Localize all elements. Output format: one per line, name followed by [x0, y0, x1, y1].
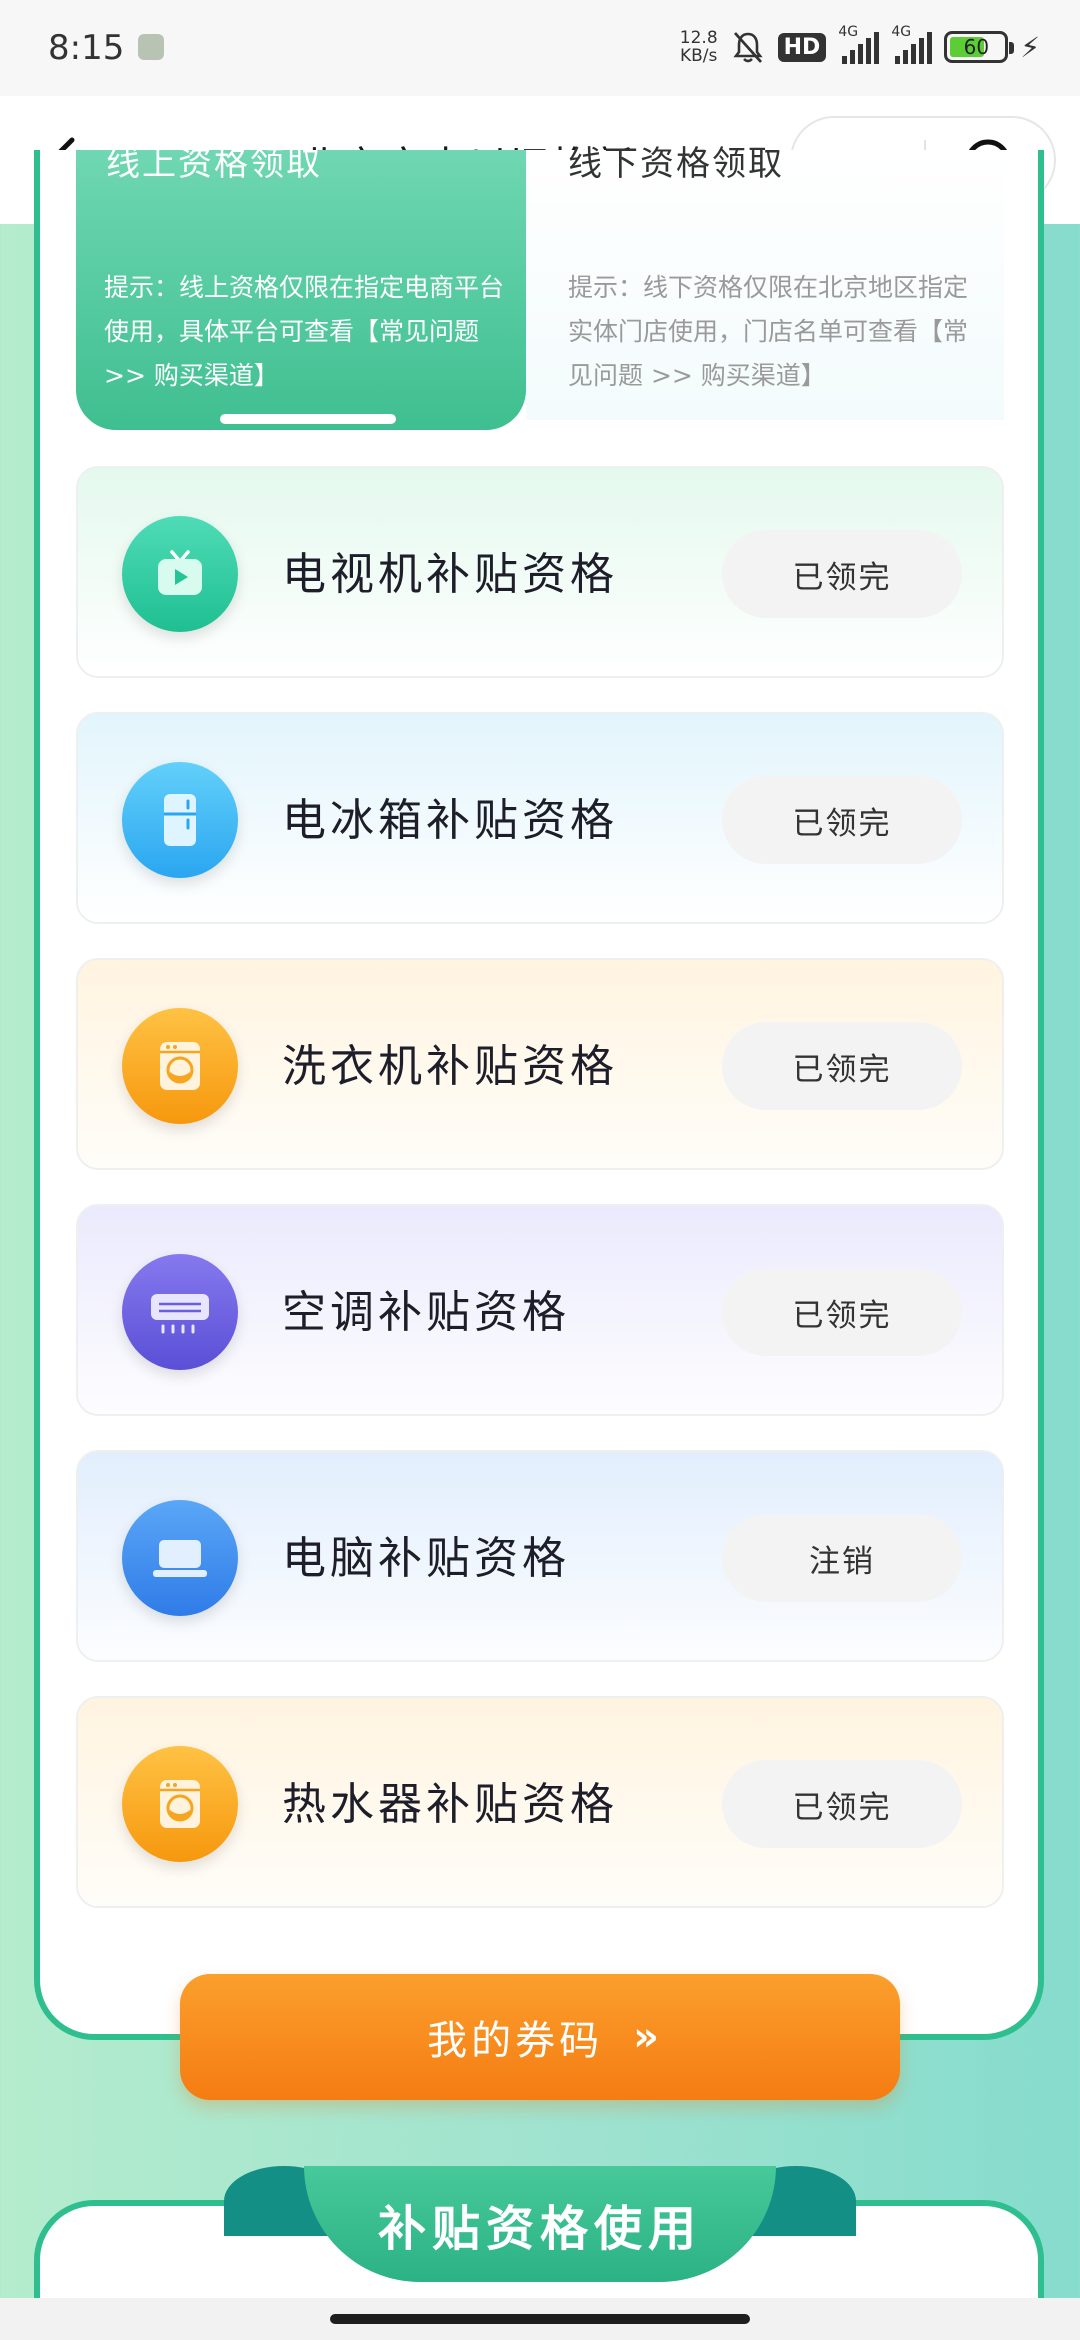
- item-label: 洗衣机补贴资格: [282, 1041, 618, 1092]
- list-item: 空调补贴资格 已领完: [76, 1204, 1004, 1416]
- status-indicators: 12.8 KB/s HD 4G 4G 60 ⚡: [680, 22, 1040, 72]
- item-label: 空调补贴资格: [282, 1287, 570, 1338]
- hd-badge: HD: [777, 32, 827, 62]
- battery-level: 60: [963, 35, 990, 59]
- water-heater-icon: [122, 1746, 238, 1862]
- tab-online-desc: 提示：线上资格仅限在指定电商平台使用，具体平台可查看【常见问题 >> 购买渠道】: [104, 273, 505, 390]
- status-time: 8:15: [48, 28, 125, 68]
- item-label: 电视机补贴资格: [282, 549, 618, 600]
- claim-button[interactable]: 已领完: [722, 1022, 962, 1110]
- tab-online-title: 线上资格领取: [106, 144, 322, 184]
- tab-offline[interactable]: 线下资格领取 提示：线下资格仅限在北京地区指定实体门店使用，门店名单可查看【常见…: [526, 144, 1004, 420]
- list-item: 热水器补贴资格 已领完: [76, 1696, 1004, 1908]
- signal-strength-icon-2: 4G: [891, 24, 933, 64]
- network-speed-unit: KB/s: [680, 46, 718, 66]
- tab-active-indicator: [220, 414, 396, 424]
- section-ribbon: 补贴资格使用: [304, 2166, 776, 2282]
- network-speed-value: 12.8: [679, 28, 718, 48]
- double-chevron-right-icon: »: [633, 2014, 659, 2060]
- signal-1-label: 4G: [838, 24, 859, 40]
- laptop-icon: [122, 1500, 238, 1616]
- network-speed: 12.8 KB/s: [680, 29, 718, 65]
- item-label: 电脑补贴资格: [282, 1533, 570, 1584]
- my-coupon-button[interactable]: 我的券码 »: [180, 1974, 900, 2100]
- list-item: 电脑补贴资格 注销: [76, 1450, 1004, 1662]
- item-label: 热水器补贴资格: [282, 1779, 618, 1830]
- section-title: 补贴资格使用: [377, 2201, 702, 2257]
- tab-online[interactable]: 线上资格领取 提示：线上资格仅限在指定电商平台使用，具体平台可查看【常见问题 >…: [76, 144, 526, 430]
- claim-button[interactable]: 已领完: [722, 1760, 962, 1848]
- my-coupon-label: 我的券码: [427, 2018, 604, 2064]
- claim-button[interactable]: 已领完: [722, 530, 962, 618]
- item-label: 电冰箱补贴资格: [282, 795, 618, 846]
- signal-2-label: 4G: [891, 24, 912, 40]
- home-indicator[interactable]: [330, 2314, 750, 2324]
- signal-strength-icon: 4G: [838, 24, 880, 64]
- status-bar: 8:15 12.8 KB/s HD 4G 4G 60 ⚡: [0, 0, 1080, 96]
- list-item: 电视机补贴资格 已领完: [76, 466, 1004, 678]
- fridge-icon: [122, 762, 238, 878]
- tv-icon: [122, 516, 238, 632]
- mute-bell-icon: [733, 32, 763, 63]
- battery-icon: 60: [944, 31, 1015, 63]
- charging-icon: ⚡: [1020, 30, 1040, 64]
- notification-app-icon: [138, 34, 164, 60]
- tab-offline-title: 线下资格领取: [568, 144, 784, 184]
- list-item: 洗衣机补贴资格 已领完: [76, 958, 1004, 1170]
- cancel-button[interactable]: 注销: [722, 1514, 962, 1602]
- claim-button[interactable]: 已领完: [722, 1268, 962, 1356]
- washing-machine-icon: [122, 1008, 238, 1124]
- claim-button[interactable]: 已领完: [722, 776, 962, 864]
- air-conditioner-icon: [122, 1254, 238, 1370]
- list-item: 电冰箱补贴资格 已领完: [76, 712, 1004, 924]
- tab-offline-desc: 提示：线下资格仅限在北京地区指定实体门店使用，门店名单可查看【常见问题 >> 购…: [568, 273, 969, 390]
